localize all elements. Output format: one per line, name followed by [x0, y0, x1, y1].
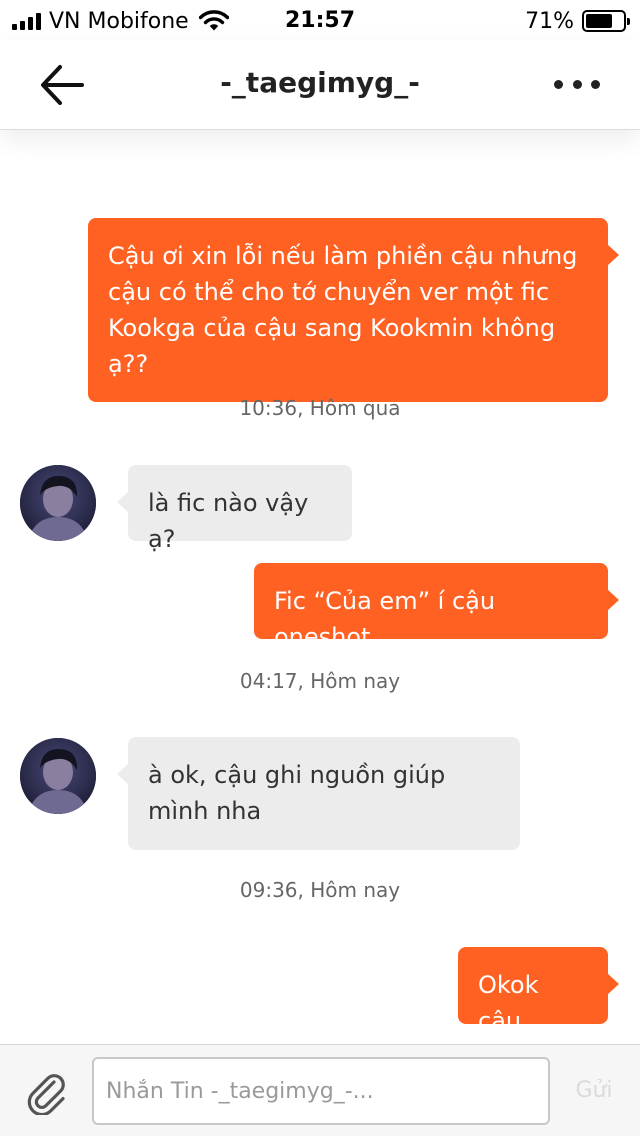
chat-header: -_taegimyg_- — [0, 40, 640, 130]
message-timestamp: 04:17, Hôm nay — [239, 669, 401, 693]
back-arrow-icon — [41, 65, 84, 105]
status-bar-right: 71% — [525, 8, 630, 34]
more-options-icon — [554, 79, 563, 89]
wifi-icon — [198, 10, 229, 31]
status-bar-left: VN Mobifone — [12, 8, 229, 34]
message-incoming[interactable]: à ok, cậu ghi nguồn giúp mình nha — [117, 737, 520, 850]
message-text: là fic nào vậy ạ? — [148, 489, 309, 553]
battery-percent: 71% — [525, 8, 574, 34]
message-timestamp: 09:36, Hôm nay — [239, 878, 401, 902]
message-outgoing[interactable]: Cậu ơi xin lỗi nếu làm phiền cậu nhưng c… — [88, 218, 619, 402]
attach-button[interactable] — [24, 1069, 70, 1117]
carrier-name: VN Mobifone — [49, 8, 189, 34]
message-text: Okok cậu — [478, 971, 539, 1035]
message-text: Cậu ơi xin lỗi nếu làm phiền cậu nhưng c… — [108, 242, 578, 378]
message-list[interactable]: Cậu ơi xin lỗi nếu làm phiền cậu nhưng c… — [0, 131, 640, 1044]
message-input[interactable] — [92, 1057, 550, 1125]
battery-level — [586, 14, 612, 28]
send-button[interactable]: Gửi — [562, 1067, 626, 1115]
battery-icon — [582, 10, 630, 32]
status-bar: VN Mobifone 21:57 71% — [0, 0, 640, 40]
conversation-title: -_taegimyg_- — [220, 66, 420, 99]
message-outgoing[interactable]: Okok cậu — [458, 947, 619, 1035]
message-incoming[interactable]: là fic nào vậy ạ? — [117, 465, 352, 553]
paperclip-icon — [27, 1074, 65, 1117]
contact-avatar-image — [20, 738, 96, 814]
avatar[interactable] — [20, 465, 96, 541]
back-button[interactable] — [38, 62, 88, 108]
message-text: Fic “Của em” í cậu oneshot — [274, 587, 496, 651]
avatar[interactable] — [20, 738, 96, 814]
message-timestamp: 10:36, Hôm qua — [239, 396, 401, 420]
more-options-button[interactable] — [554, 68, 600, 100]
message-text: à ok, cậu ghi nguồn giúp mình nha — [148, 761, 446, 825]
contact-avatar-image — [20, 465, 96, 541]
message-outgoing[interactable]: Fic “Của em” í cậu oneshot — [254, 563, 619, 651]
signal-icon — [12, 12, 41, 30]
message-composer: Gửi — [0, 1044, 640, 1136]
